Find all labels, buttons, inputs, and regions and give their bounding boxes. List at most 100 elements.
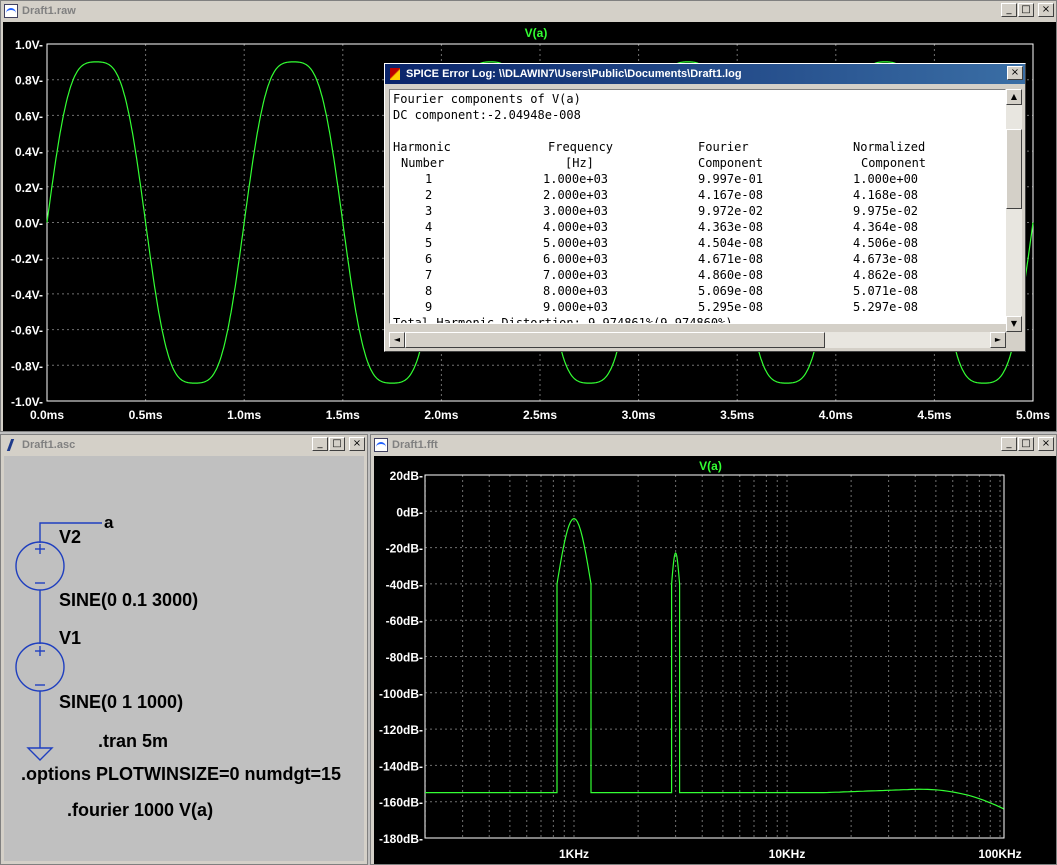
v1-value[interactable]: SINE(0 1 1000) <box>59 692 183 713</box>
row-col-3: 4.168e-08 <box>853 188 919 202</box>
row-col-1: 7.000e+03 <box>543 268 609 282</box>
scroll-left-button[interactable]: ◄ <box>389 332 405 348</box>
y-tick-label: 0.2V- <box>15 181 43 195</box>
x-tick-label: 1.0ms <box>227 408 261 422</box>
row-col-0: 6 <box>425 252 433 266</box>
row-col-2: 4.860e-08 <box>698 268 764 282</box>
y-tick-label: -40dB- <box>386 578 423 592</box>
x-tick-label: 2.0ms <box>424 408 458 422</box>
row-col-1: 8.000e+03 <box>543 284 609 298</box>
row-col-3: 4.364e-08 <box>853 220 919 234</box>
y-tick-label: 0.4V- <box>15 145 43 159</box>
row-col-2: 9.997e-01 <box>698 172 764 186</box>
row-col-1: 6.000e+03 <box>543 252 609 266</box>
v2-name[interactable]: V2 <box>59 527 81 548</box>
trace-label: V(a) <box>699 459 722 473</box>
x-tick-label: 100KHz <box>978 847 1021 861</box>
x-tick-label: 4.5ms <box>917 408 951 422</box>
tran-directive[interactable]: .tran 5m <box>98 731 168 752</box>
minimize-button[interactable]: _ <box>1001 437 1017 451</box>
y-tick-label: 0.6V- <box>15 109 43 123</box>
header1-col-1: Frequency <box>548 140 614 154</box>
y-tick-label: -1.0V- <box>11 395 43 409</box>
log-vertical-scrollbar[interactable]: ▲ ▼ <box>1006 89 1022 332</box>
close-button[interactable]: × <box>1038 3 1054 17</box>
row-col-2: 4.167e-08 <box>698 188 764 202</box>
row-col-0: 5 <box>425 236 433 250</box>
log-close-button[interactable]: × <box>1007 66 1023 80</box>
x-tick-label: 5.0ms <box>1016 408 1050 422</box>
y-tick-label: -0.4V- <box>11 288 43 302</box>
v2-value[interactable]: SINE(0 0.1 3000) <box>59 590 198 611</box>
y-tick-label: -0.8V- <box>11 359 43 373</box>
restore-button[interactable]: □ <box>1018 437 1034 451</box>
v1-name[interactable]: V1 <box>59 628 81 649</box>
row-col-2: 5.295e-08 <box>698 300 764 314</box>
row-col-1: 4.000e+03 <box>543 220 609 234</box>
options-directive[interactable]: .options PLOTWINSIZE=0 numdgt=15 <box>21 764 341 785</box>
header2-col-0: Number <box>401 156 445 170</box>
row-col-0: 7 <box>425 268 433 282</box>
log-text-area[interactable]: Fourier components of V(a) DC component:… <box>389 89 1006 324</box>
x-tick-label: 3.0ms <box>622 408 656 422</box>
fft-titlebar[interactable]: Draft1.fft _ □ × <box>371 435 1056 455</box>
row-col-3: 1.000e+00 <box>853 172 919 186</box>
waveform-icon <box>4 4 18 18</box>
header2-col-1: [Hz] <box>565 156 594 170</box>
row-col-3: 5.071e-08 <box>853 284 919 298</box>
y-tick-label: -0.2V- <box>11 252 43 266</box>
row-col-2: 9.972e-02 <box>698 204 764 218</box>
log-window-title: SPICE Error Log: \\DLAWIN7\Users\Public\… <box>406 68 742 80</box>
x-tick-label: 10KHz <box>769 847 806 861</box>
scroll-thumb-vertical[interactable] <box>1006 129 1022 209</box>
x-tick-label: 0.0ms <box>30 408 64 422</box>
schematic-canvas[interactable]: a V2 SINE(0 0.1 3000) V1 SINE(0 1 1000) … <box>4 456 364 861</box>
header2-col-2: Component <box>698 156 764 170</box>
fft-window[interactable]: Draft1.fft _ □ × 20dB- 0dB- -20dB- -40dB- -6… <box>370 434 1057 865</box>
x-tick-label: 4.0ms <box>819 408 853 422</box>
row-col-1: 3.000e+03 <box>543 204 609 218</box>
asc-window[interactable]: Draft1.asc _ □ × a V2 SINE(0 0.1 3000) V… <box>0 434 368 865</box>
row-col-0: 2 <box>425 188 433 202</box>
close-button[interactable]: × <box>1038 437 1054 451</box>
fft-plot[interactable]: 20dB- 0dB- -20dB- -40dB- -60dB- -80dB- -100dB-… <box>374 456 1056 864</box>
log-dc-line: DC component:-2.04948e-008 <box>393 108 581 122</box>
row-col-1: 2.000e+03 <box>543 188 609 202</box>
trace-label: V(a) <box>525 26 548 40</box>
spice-log-icon <box>388 67 402 81</box>
row-col-2: 4.363e-08 <box>698 220 764 234</box>
x-tick-label: 1.5ms <box>326 408 360 422</box>
waveform-icon <box>374 438 388 452</box>
node-label-a[interactable]: a <box>104 513 113 533</box>
row-col-0: 3 <box>425 204 433 218</box>
raw-titlebar[interactable]: Draft1.raw _ □ × <box>1 1 1056 21</box>
scroll-right-button[interactable]: ► <box>990 332 1006 348</box>
restore-button[interactable]: □ <box>329 437 345 451</box>
y-tick-label: -140dB- <box>379 759 423 773</box>
log-thd-line: Total Harmonic Distortion: 9.974861%(9.9… <box>393 316 733 324</box>
scroll-up-button[interactable]: ▲ <box>1006 89 1022 105</box>
x-tick-label: 1KHz <box>559 847 589 861</box>
header1-col-0: Harmonic <box>393 140 451 154</box>
log-horizontal-scrollbar[interactable]: ◄ ► <box>389 332 1006 348</box>
scroll-down-button[interactable]: ▼ <box>1006 316 1022 332</box>
scroll-thumb-horizontal[interactable] <box>405 332 825 348</box>
restore-button[interactable]: □ <box>1018 3 1034 17</box>
fourier-directive[interactable]: .fourier 1000 V(a) <box>67 800 213 821</box>
log-title-line: Fourier components of V(a) <box>393 92 581 106</box>
minimize-button[interactable]: _ <box>1001 3 1017 17</box>
close-button[interactable]: × <box>349 437 365 451</box>
log-window[interactable]: SPICE Error Log: \\DLAWIN7\Users\Public\… <box>384 63 1026 352</box>
y-tick-label: -60dB- <box>386 614 423 628</box>
raw-window-title: Draft1.raw <box>22 5 76 17</box>
ground-symbol <box>26 747 54 761</box>
y-tick-label: -120dB- <box>379 723 423 737</box>
minimize-button[interactable]: _ <box>312 437 328 451</box>
y-tick-label: 0dB- <box>396 505 423 519</box>
schematic-icon <box>4 438 18 452</box>
asc-titlebar[interactable]: Draft1.asc _ □ × <box>1 435 367 455</box>
header2-col-3: Component <box>861 156 927 170</box>
log-titlebar[interactable]: SPICE Error Log: \\DLAWIN7\Users\Public\… <box>385 64 1025 84</box>
row-col-1: 9.000e+03 <box>543 300 609 314</box>
row-col-1: 5.000e+03 <box>543 236 609 250</box>
